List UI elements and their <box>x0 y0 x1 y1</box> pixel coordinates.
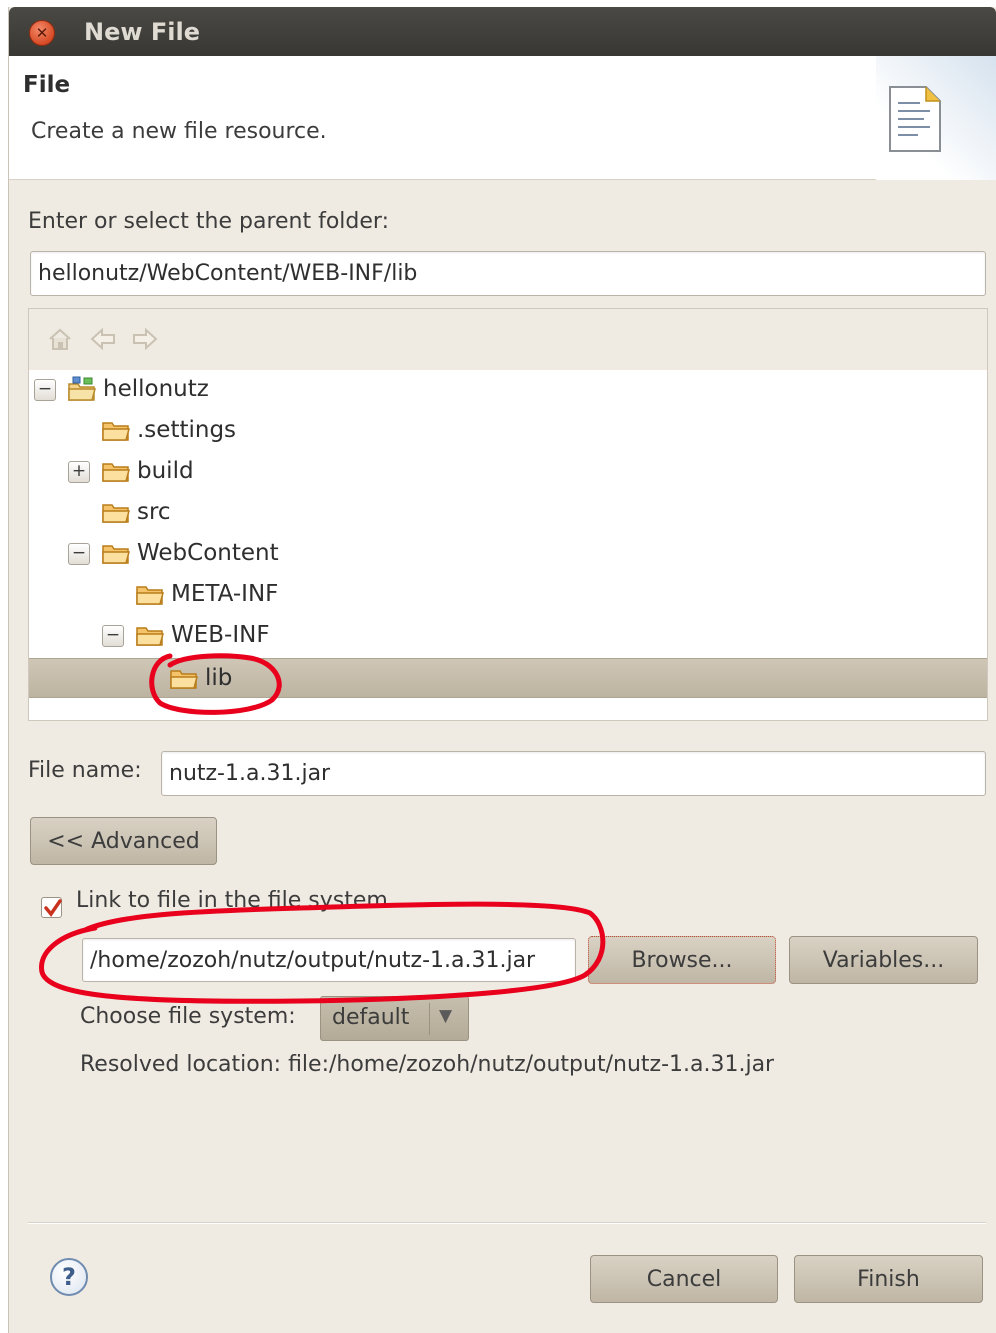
chevron-down-icon: ▼ <box>439 1006 453 1026</box>
variables-button[interactable]: Variables... <box>789 936 978 984</box>
folder-icon <box>102 422 130 441</box>
folder-icon <box>102 463 130 482</box>
tree-item-src[interactable]: src <box>29 493 987 533</box>
tree-item-hellonutz[interactable]: − hellonutz <box>29 370 987 410</box>
folder-icon <box>170 670 198 689</box>
file-name-input[interactable]: nutz-1.a.31.jar <box>161 751 986 796</box>
tree-toolbar <box>29 309 987 370</box>
file-name-label: File name: <box>28 758 142 783</box>
tree-item-label: WEB-INF <box>171 622 270 648</box>
tree-item-label: META-INF <box>171 581 279 607</box>
tree-item-web-inf[interactable]: − WEB-INF <box>29 616 987 656</box>
link-checkbox[interactable] <box>41 897 62 918</box>
wizard-header: File Create a new file resource. <box>9 56 996 180</box>
cancel-button[interactable]: Cancel <box>590 1255 778 1303</box>
parent-folder-input[interactable]: hellonutz/WebContent/WEB-INF/lib <box>30 251 986 296</box>
expand-icon[interactable]: + <box>68 461 90 483</box>
collapse-icon[interactable]: − <box>102 625 124 647</box>
tree-item-lib[interactable]: lib <box>29 658 987 698</box>
wizard-title: File <box>23 72 71 98</box>
tree-item-label: hellonutz <box>103 376 209 402</box>
home-icon[interactable] <box>47 326 73 352</box>
folder-icon <box>136 627 164 646</box>
close-icon[interactable]: ✕ <box>29 20 55 46</box>
wizard-description: Create a new file resource. <box>31 119 327 144</box>
tree-item-label: build <box>137 458 194 484</box>
tree-item-settings[interactable]: .settings <box>29 411 987 451</box>
folder-tree[interactable]: − hellonutz .settings + build src − WebC… <box>28 308 988 721</box>
tree-item-label: WebContent <box>137 540 279 566</box>
new-file-icon <box>889 86 941 152</box>
tree-item-webcontent[interactable]: − WebContent <box>29 534 987 574</box>
forward-arrow-icon[interactable] <box>131 326 159 352</box>
finish-button[interactable]: Finish <box>794 1255 983 1303</box>
folder-icon <box>102 545 130 564</box>
tree-item-label: src <box>137 499 171 525</box>
new-file-dialog: ✕ New File File Create a new file resour… <box>8 7 996 1333</box>
file-system-label: Choose file system: <box>80 1004 296 1029</box>
file-system-select[interactable]: default ▼ <box>320 996 469 1041</box>
tree-item-label: lib <box>205 665 233 691</box>
browse-button[interactable]: Browse... <box>588 936 776 984</box>
link-path-input[interactable]: /home/zozoh/nutz/output/nutz-1.a.31.jar <box>82 938 576 982</box>
file-system-value: default <box>332 1005 410 1030</box>
folder-icon <box>102 504 130 523</box>
collapse-icon[interactable]: − <box>34 379 56 401</box>
tree-item-meta-inf[interactable]: META-INF <box>29 575 987 615</box>
tree-item-label: .settings <box>137 417 237 443</box>
link-checkbox-label: Link to file in the file system <box>76 888 388 913</box>
resolved-location: Resolved location: file:/home/zozoh/nutz… <box>80 1052 775 1077</box>
back-arrow-icon[interactable] <box>89 326 117 352</box>
advanced-button[interactable]: << Advanced <box>30 817 217 865</box>
window-title: New File <box>84 18 201 46</box>
folder-icon <box>136 586 164 605</box>
parent-folder-label: Enter or select the parent folder: <box>28 209 389 234</box>
footer-divider <box>28 1222 986 1224</box>
help-icon[interactable]: ? <box>50 1258 88 1296</box>
title-bar: ✕ New File <box>9 7 996 56</box>
tree-item-build[interactable]: + build <box>29 452 987 492</box>
checkmark-icon <box>44 899 62 917</box>
project-icon <box>68 376 96 401</box>
collapse-icon[interactable]: − <box>68 543 90 565</box>
